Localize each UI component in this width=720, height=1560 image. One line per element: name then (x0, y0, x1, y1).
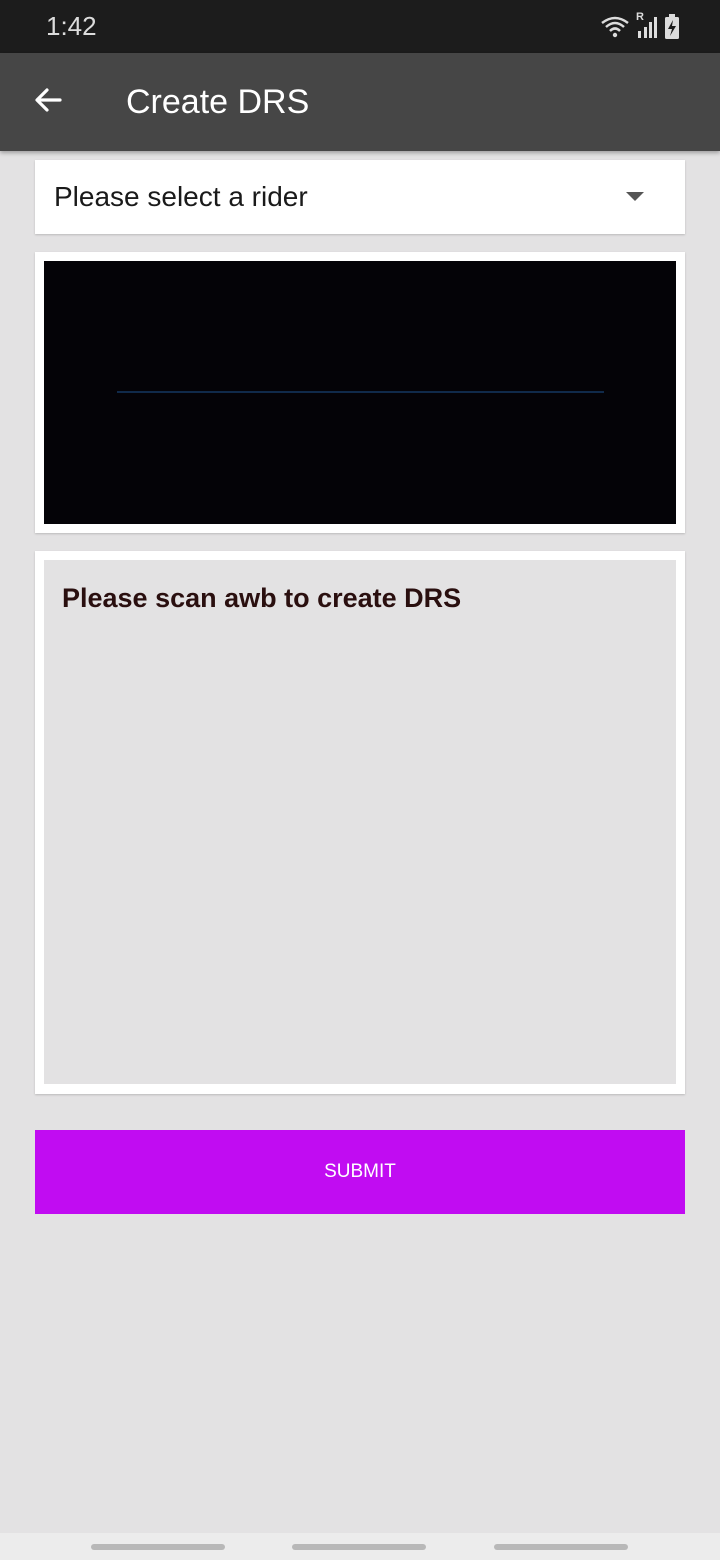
awb-list-card: Please scan awb to create DRS (35, 551, 685, 1094)
page-title: Create DRS (126, 83, 310, 121)
nav-back-button[interactable] (494, 1544, 628, 1550)
arrow-left-icon (32, 84, 64, 121)
scanner-card (35, 252, 685, 533)
awb-list: Please scan awb to create DRS (44, 560, 676, 1084)
status-icons: R (600, 11, 680, 45)
submit-button[interactable]: SUBMIT (35, 1130, 685, 1214)
nav-recents-button[interactable] (91, 1544, 225, 1550)
barcode-scanner-view[interactable] (44, 261, 676, 524)
wifi-icon (600, 15, 630, 44)
signal-icon: R (636, 11, 658, 44)
back-button[interactable] (26, 80, 70, 124)
nav-home-button[interactable] (292, 1544, 426, 1550)
rider-select-placeholder: Please select a rider (54, 181, 308, 212)
status-bar: 1:42 R (0, 0, 720, 53)
status-time: 1:42 (46, 11, 97, 41)
dropdown-arrow-icon (626, 192, 644, 201)
navigation-bar (0, 1533, 720, 1560)
battery-charging-icon (664, 14, 680, 45)
app-bar: Create DRS (0, 53, 720, 151)
roaming-label: R (636, 11, 644, 23)
awb-empty-message: Please scan awb to create DRS (62, 583, 462, 613)
scanner-laser-line (117, 391, 604, 393)
rider-select-dropdown[interactable]: Please select a rider (35, 160, 685, 234)
